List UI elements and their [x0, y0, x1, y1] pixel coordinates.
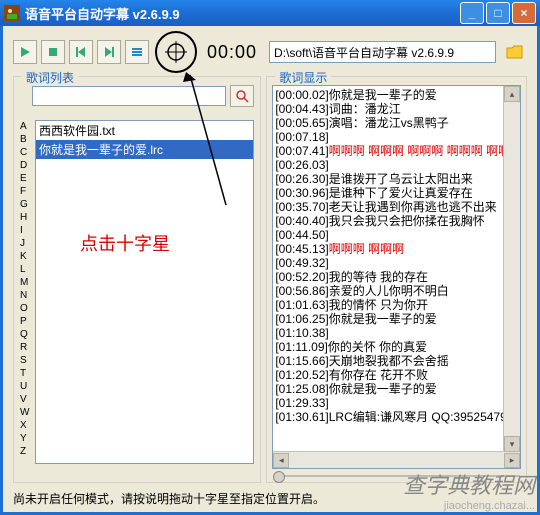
alpha-R[interactable]: R: [20, 341, 32, 354]
lyric-line: [01:25.08]你就是我一辈子的爱: [275, 382, 518, 396]
horizontal-scrollbar[interactable]: ◂ ▸: [273, 451, 520, 468]
progress-slider[interactable]: [273, 471, 520, 481]
search-button[interactable]: [230, 85, 254, 107]
stop-button[interactable]: [41, 40, 65, 64]
alpha-W[interactable]: W: [20, 406, 32, 419]
window-title: 语音平台自动字幕 v2.6.9.9: [25, 4, 180, 23]
lyric-line: [01:11.09]你的关怀 你的真爱: [275, 340, 518, 354]
list-item[interactable]: 西西软件园.txt: [36, 121, 253, 140]
time-display: 00:00: [207, 42, 257, 63]
lyric-line: [00:30.96]是谁种下了爱火让真爱存在: [275, 186, 518, 200]
lyric-line: [01:06.25]你就是我一辈子的爱: [275, 312, 518, 326]
list-button[interactable]: [125, 40, 149, 64]
alpha-T[interactable]: T: [20, 367, 32, 380]
lyric-line: [01:30.61]LRC编辑:谦风寒月 QQ:39525479: [275, 410, 518, 424]
scroll-right-button[interactable]: ▸: [504, 453, 520, 468]
right-panel-title: 歌词显示: [275, 69, 331, 86]
maximize-button[interactable]: □: [486, 2, 510, 24]
alpha-D[interactable]: D: [20, 159, 32, 172]
alpha-P[interactable]: P: [20, 315, 32, 328]
scroll-left-button[interactable]: ◂: [273, 453, 289, 468]
lyric-line: [00:49.32]: [275, 256, 518, 270]
alpha-F[interactable]: F: [20, 185, 32, 198]
alpha-index[interactable]: ABCDEFGHIJKLMNOPQRSTUVWXYZ: [20, 120, 32, 464]
search-input[interactable]: [32, 86, 226, 106]
lyric-line: [01:10.38]: [275, 326, 518, 340]
alpha-M[interactable]: M: [20, 276, 32, 289]
lyric-line: [00:26.03]: [275, 158, 518, 172]
alpha-H[interactable]: H: [20, 211, 32, 224]
lyric-line: [00:26.30]是谁拨开了乌云让太阳出来: [275, 172, 518, 186]
lyric-line: [00:56.86]亲爱的人儿你明不明白: [275, 284, 518, 298]
alpha-U[interactable]: U: [20, 380, 32, 393]
browse-button[interactable]: [503, 41, 527, 63]
lyric-line: [00:35.70]老天让我遇到你再逃也逃不出来: [275, 200, 518, 214]
app-icon: [4, 5, 20, 21]
next-button[interactable]: [97, 40, 121, 64]
scroll-up-button[interactable]: ▴: [504, 86, 520, 102]
lyric-line: [01:20.52]有你存在 花开不败: [275, 368, 518, 382]
alpha-N[interactable]: N: [20, 289, 32, 302]
alpha-E[interactable]: E: [20, 172, 32, 185]
left-panel-title: 歌词列表: [22, 69, 78, 86]
lyric-line: [00:40.40]我只会我只会把你揉在我胸怀: [275, 214, 518, 228]
lyric-line: [00:52.20]我的等待 我的存在: [275, 270, 518, 284]
alpha-J[interactable]: J: [20, 237, 32, 250]
crosshair-button[interactable]: [155, 31, 197, 73]
lyric-line: [00:45.13]啊啊啊 啊啊啊: [275, 242, 518, 256]
lyric-line: [00:00.02]你就是我一辈子的爱: [275, 88, 518, 102]
lyrics-file-list[interactable]: 西西软件园.txt你就是我一辈子的爱.lrc: [35, 120, 254, 464]
lyric-line: [00:07.41]啊啊啊 啊啊啊 啊啊啊 啊啊啊 啊啊: [275, 144, 518, 158]
alpha-Y[interactable]: Y: [20, 432, 32, 445]
alpha-C[interactable]: C: [20, 146, 32, 159]
alpha-L[interactable]: L: [20, 263, 32, 276]
list-item[interactable]: 你就是我一辈子的爱.lrc: [36, 140, 253, 159]
lyric-line: [00:04.43]词曲：潘龙江: [275, 102, 518, 116]
alpha-Q[interactable]: Q: [20, 328, 32, 341]
alpha-A[interactable]: A: [20, 120, 32, 133]
scroll-down-button[interactable]: ▾: [504, 436, 520, 452]
lyric-line: [01:29.33]: [275, 396, 518, 410]
minimize-button[interactable]: _: [460, 2, 484, 24]
alpha-G[interactable]: G: [20, 198, 32, 211]
lyrics-display: [00:00.02]你就是我一辈子的爱[00:04.43]词曲：潘龙江[00:0…: [272, 85, 521, 469]
alpha-B[interactable]: B: [20, 133, 32, 146]
status-bar: 尚未开启任何模式，请按说明拖动十字星至指定位置开启。: [3, 488, 537, 512]
alpha-K[interactable]: K: [20, 250, 32, 263]
alpha-I[interactable]: I: [20, 224, 32, 237]
close-button[interactable]: ×: [512, 2, 536, 24]
vertical-scrollbar[interactable]: ▴ ▾: [503, 86, 520, 452]
alpha-X[interactable]: X: [20, 419, 32, 432]
alpha-Z[interactable]: Z: [20, 445, 32, 458]
lyric-line: [01:01.63]我的情怀 只为你开: [275, 298, 518, 312]
path-input[interactable]: D:\soft\语音平台自动字幕 v2.6.9.9: [269, 41, 496, 63]
lyric-line: [00:44.50]: [275, 228, 518, 242]
alpha-S[interactable]: S: [20, 354, 32, 367]
lyric-line: [00:07.18]: [275, 130, 518, 144]
play-button[interactable]: [13, 40, 37, 64]
alpha-V[interactable]: V: [20, 393, 32, 406]
prev-button[interactable]: [69, 40, 93, 64]
lyric-line: [01:15.66]天崩地裂我都不会舍摇: [275, 354, 518, 368]
lyric-line: [00:05.65]演唱：潘龙江vs黑鸭子: [275, 116, 518, 130]
alpha-O[interactable]: O: [20, 302, 32, 315]
